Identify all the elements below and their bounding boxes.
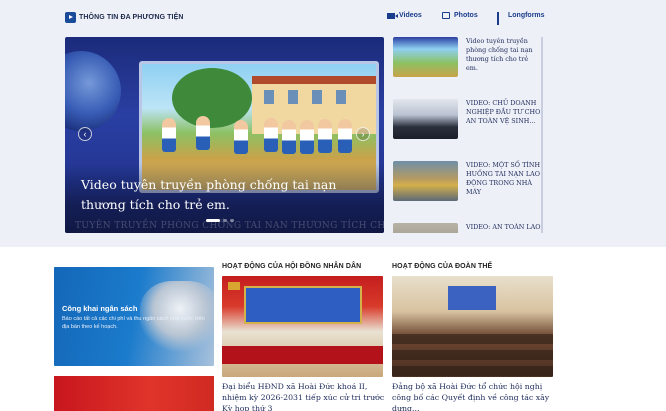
multimedia-header: THÔNG TIN ĐA PHƯƠNG TIỆN [65, 12, 184, 23]
video-title[interactable]: VIDEO: MỘT SỐ TÌNH HUỐNG TAI NẠN LAO ĐỘN… [466, 161, 542, 197]
video-thumbnail [393, 223, 458, 233]
stage-backdrop [244, 286, 362, 324]
video-list-item[interactable]: VIDEO: MỘT SỐ TÌNH HUỐNG TAI NẠN LAO ĐỘN… [393, 161, 545, 201]
tree-graphic [172, 68, 252, 128]
child-figure [338, 119, 352, 153]
promo-banner[interactable] [54, 376, 214, 411]
slide-dot[interactable] [230, 219, 234, 222]
slider-caption[interactable]: Video tuyên truyền phòng chống tai nạn t… [81, 175, 371, 215]
video-title[interactable]: VIDEO: AN TOÀN LAO [466, 223, 542, 232]
council-article-title[interactable]: Đại biểu HĐND xã Hoài Đức khoá II, nhiệm… [222, 381, 385, 411]
podium-table [222, 346, 383, 364]
nav-longforms[interactable]: Longforms [497, 12, 545, 25]
multimedia-title: THÔNG TIN ĐA PHƯƠNG TIỆN [79, 14, 184, 21]
video-logo-icon [65, 12, 76, 23]
video-thumbnail [393, 99, 458, 139]
slider-overlay-text: TUYÊN TRUYỀN PHÒNG CHỐNG TAI NẠN THƯƠNG … [75, 221, 384, 231]
photo-icon [442, 12, 450, 19]
budget-banner[interactable]: Công khai ngân sách Báo cáo tất cả các c… [54, 267, 214, 366]
slide-dot[interactable] [206, 219, 220, 222]
audience-row [392, 350, 553, 360]
child-figure [264, 118, 278, 152]
video-list-item[interactable]: Video tuyên truyền phòng chống tai nạn t… [393, 37, 545, 77]
video-list-item[interactable]: VIDEO: CHỦ DOANH NGHIỆP ĐẦU TƯ CHO AN TO… [393, 99, 545, 139]
school-window [288, 90, 298, 104]
chevron-right-icon[interactable]: › [356, 127, 370, 141]
globe-graphic [65, 51, 121, 131]
chevron-left-icon[interactable]: ‹ [78, 127, 92, 141]
child-figure [162, 118, 176, 152]
chart-icon [497, 12, 504, 25]
school-window [312, 90, 322, 104]
nav-photos[interactable]: Photos [442, 12, 478, 19]
video-list-item[interactable]: VIDEO: AN TOÀN LAO [393, 223, 545, 233]
school-window [264, 90, 274, 104]
unions-article-image[interactable] [392, 276, 553, 377]
audience-row [392, 334, 553, 344]
budget-banner-title: Công khai ngân sách [62, 304, 138, 313]
stage-screen [448, 286, 496, 310]
video-list: Video tuyên truyền phòng chống tai nạn t… [393, 37, 545, 233]
nav-videos-label: Videos [399, 12, 422, 19]
child-figure [234, 120, 248, 154]
budget-banner-description: Báo cáo tất cả các chi phí và thu ngân s… [62, 316, 205, 330]
child-figure [282, 120, 296, 154]
audience-row [392, 366, 553, 376]
nav-photos-label: Photos [454, 12, 478, 19]
video-title[interactable]: VIDEO: CHỦ DOANH NGHIỆP ĐẦU TƯ CHO AN TO… [466, 99, 542, 126]
section-heading-council[interactable]: HOẠT ĐỘNG CỦA HỘI ĐỒNG NHÂN DÂN [222, 263, 361, 270]
video-thumbnail [393, 161, 458, 201]
child-figure [300, 120, 314, 154]
video-list-scrollbar[interactable] [541, 37, 543, 233]
slider-pagination [206, 219, 234, 222]
slide-dot[interactable] [223, 219, 227, 222]
video-title[interactable]: Video tuyên truyền phòng chống tai nạn t… [466, 37, 542, 73]
nav-videos[interactable]: Videos [387, 12, 422, 19]
council-article-image[interactable] [222, 276, 383, 377]
school-window [336, 90, 346, 104]
featured-video-slider[interactable]: Video tuyên truyền phòng chống tai nạn t… [65, 37, 384, 233]
video-thumbnail [393, 37, 458, 77]
nav-longforms-label: Longforms [508, 12, 545, 19]
emblem-graphic [228, 282, 240, 290]
child-figure [318, 119, 332, 153]
child-figure [196, 116, 210, 150]
video-icon [387, 12, 398, 19]
section-heading-unions[interactable]: HOẠT ĐỘNG CỦA ĐOÀN THỂ [392, 263, 492, 270]
unions-article-title[interactable]: Đảng bộ xã Hoài Đức tổ chức hội nghị côn… [392, 381, 555, 411]
